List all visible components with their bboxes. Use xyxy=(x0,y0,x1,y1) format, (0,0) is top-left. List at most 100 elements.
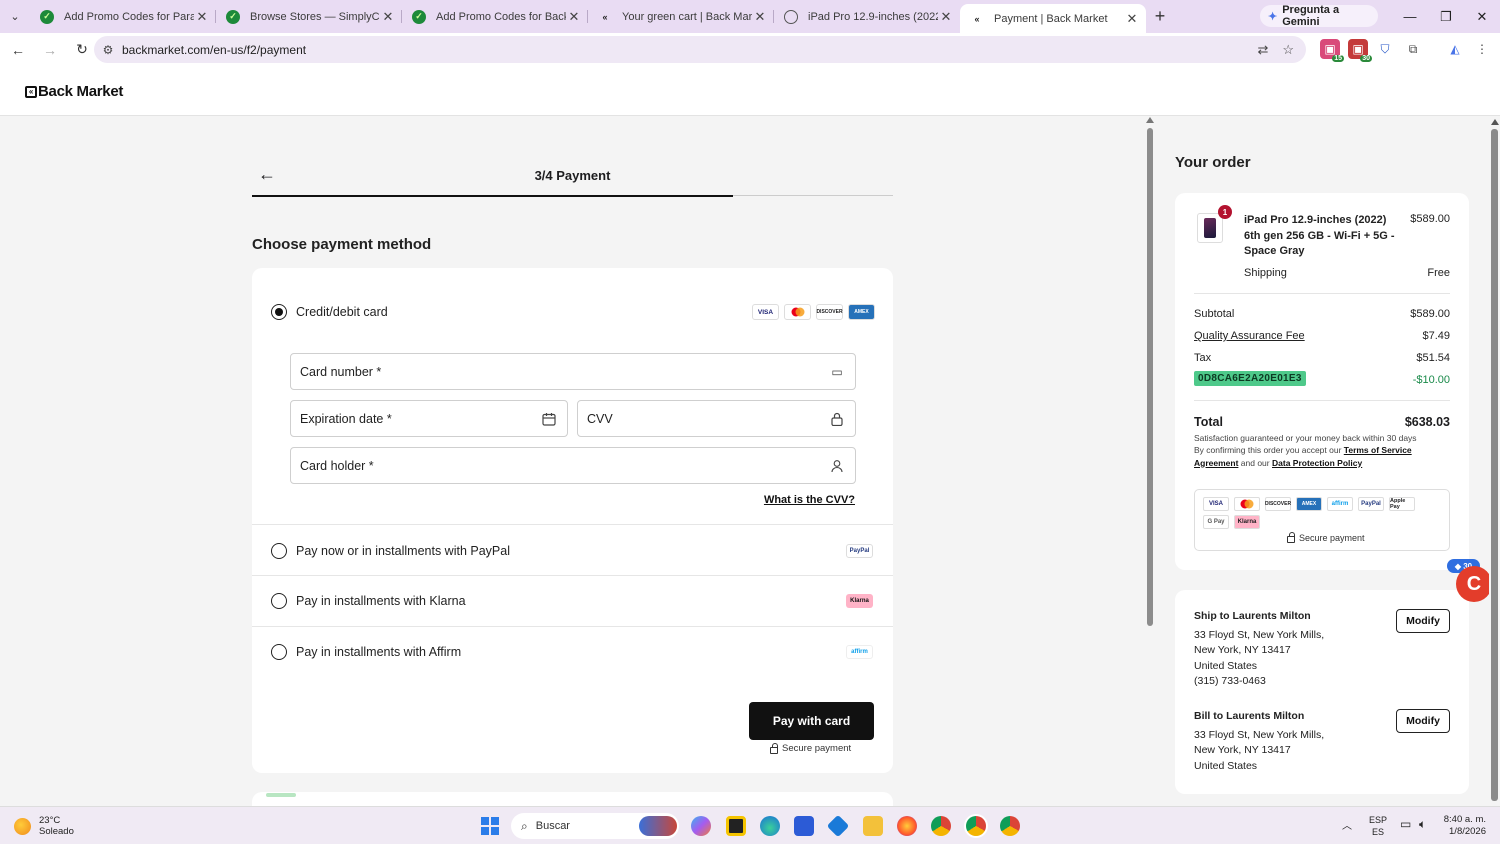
option-label-paypal[interactable]: Pay now or in installments with PayPal xyxy=(296,544,510,558)
url-text[interactable]: backmarket.com/en-us/f2/payment xyxy=(122,43,306,57)
product-name: iPad Pro 12.9-inches (2022) 6th gen 256 … xyxy=(1244,214,1395,257)
puzzle-extensions-icon[interactable]: ⧉ xyxy=(1403,39,1423,59)
card-brand-logos: VISA DISCOVER AMEX xyxy=(752,304,875,320)
cashback-extension-icon[interactable]: C xyxy=(1456,566,1492,602)
bookmark-star-icon[interactable]: ☆ xyxy=(1282,42,1294,58)
store-icon[interactable] xyxy=(794,816,814,836)
product-price: $589.00 xyxy=(1410,213,1450,225)
translate-icon[interactable]: ⇄ xyxy=(1257,42,1268,58)
new-tab-plus-icon[interactable]: + xyxy=(1146,6,1174,27)
close-tab-icon[interactable]: ✕ xyxy=(566,9,582,25)
window-scrollbar[interactable] xyxy=(1489,116,1500,806)
close-tab-icon[interactable]: ✕ xyxy=(380,9,396,25)
language-indicator[interactable]: ESP ES xyxy=(1369,814,1387,838)
address-toolbar: ← → ↻ ⚙ backmarket.com/en-us/f2/payment … xyxy=(0,33,1500,66)
cvv-input[interactable] xyxy=(578,401,855,436)
payment-method-heading: Choose payment method xyxy=(252,236,432,253)
card-number-field[interactable]: ▭ xyxy=(290,353,856,390)
close-tab-icon[interactable]: ✕ xyxy=(938,9,954,25)
chrome-profile-icon[interactable] xyxy=(1000,816,1020,836)
temperature: 23°C xyxy=(39,815,61,826)
shield-extension-icon[interactable]: ⛉ xyxy=(1375,39,1395,59)
next-section-card xyxy=(252,792,893,806)
card-holder-field[interactable] xyxy=(290,447,856,484)
radio-klarna[interactable] xyxy=(271,593,287,609)
main-scrollbar[interactable] xyxy=(1145,116,1155,806)
subtotal-value: $589.00 xyxy=(1410,308,1450,320)
close-window-icon[interactable]: ✕ xyxy=(1464,0,1500,33)
chrome-icon[interactable] xyxy=(931,816,951,836)
extension-icon[interactable]: ▣ 30 xyxy=(1348,39,1372,62)
scroll-up-arrow-icon[interactable] xyxy=(1146,117,1154,123)
expiration-date-input[interactable] xyxy=(291,401,567,436)
tab-6-active[interactable]: « Payment | Back Market ✕ xyxy=(960,4,1146,33)
modify-shipping-button[interactable]: Modify xyxy=(1396,609,1450,633)
option-label-affirm[interactable]: Pay in installments with Affirm xyxy=(296,645,461,659)
quality-fee-link[interactable]: Quality Assurance Fee xyxy=(1194,330,1305,342)
data-protection-link[interactable]: Data Protection Policy xyxy=(1272,458,1362,468)
scrollbar-thumb[interactable] xyxy=(1147,128,1153,626)
tax-value: $51.54 xyxy=(1416,352,1450,364)
menu-dots-icon[interactable]: ⋮ xyxy=(1472,39,1492,59)
firefox-icon[interactable] xyxy=(897,816,917,836)
close-tab-icon[interactable]: ✕ xyxy=(752,9,768,25)
bill-address-line: New York, NY 13417 xyxy=(1194,744,1291,756)
tray-chevron-icon[interactable]: ︿ xyxy=(1342,817,1352,832)
card-number-input[interactable] xyxy=(291,354,855,389)
expiration-date-field[interactable] xyxy=(290,400,568,437)
tab-5[interactable]: iPad Pro 12.9-inches (2022) 6th gen ✕ xyxy=(774,0,960,33)
reload-icon[interactable]: ↻ xyxy=(68,36,96,64)
windows-start-icon[interactable] xyxy=(481,817,499,835)
omnibox[interactable]: ⚙ backmarket.com/en-us/f2/payment ⇄ ☆ xyxy=(94,36,1306,63)
tab-2[interactable]: ✓ Browse Stores — SimplyCodes ✕ xyxy=(216,0,402,33)
gemini-button[interactable]: ✦ Pregunta a Gemini xyxy=(1260,4,1378,28)
radio-credit-card[interactable] xyxy=(271,304,287,320)
close-tab-icon[interactable]: ✕ xyxy=(1124,11,1140,27)
amex-icon: AMEX xyxy=(848,304,875,320)
site-info-icon[interactable]: ⚙ xyxy=(94,43,122,57)
network-icon[interactable]: ▭ xyxy=(1400,817,1411,831)
secure-payment-note: Secure payment xyxy=(770,742,851,754)
edge-icon[interactable] xyxy=(760,816,780,836)
taskbar-search[interactable]: ⌕ Buscar xyxy=(511,813,679,839)
radio-paypal[interactable] xyxy=(271,543,287,559)
option-label-klarna[interactable]: Pay in installments with Klarna xyxy=(296,594,466,608)
card-holder-input[interactable] xyxy=(291,448,855,483)
step-label: 3/4 Payment xyxy=(534,168,611,183)
what-is-cvv-link[interactable]: What is the CVV? xyxy=(764,494,855,506)
cvv-field[interactable] xyxy=(577,400,856,437)
scrollbar-thumb[interactable] xyxy=(1491,129,1498,801)
tab-3[interactable]: ✓ Add Promo Codes for Back Market ✕ xyxy=(402,0,588,33)
tab-4[interactable]: « Your green cart | Back Market ✕ xyxy=(588,0,774,33)
back-arrow-icon[interactable]: ← xyxy=(4,36,32,64)
divider xyxy=(1194,400,1450,401)
modify-billing-button[interactable]: Modify xyxy=(1396,709,1450,733)
volume-icon[interactable]: 🔈︎ xyxy=(1419,817,1426,832)
tab-title: Your green cart | Back Market xyxy=(622,10,752,23)
system-clock[interactable]: 8:40 a. m. 1/8/2026 xyxy=(1440,814,1486,838)
tab-search-chevron-icon[interactable]: ⌄ xyxy=(0,0,30,33)
radio-affirm[interactable] xyxy=(271,644,287,660)
maximize-icon[interactable]: ❐ xyxy=(1428,0,1464,33)
consent-and: and our xyxy=(1240,457,1270,468)
backmarket-logo[interactable]: « Back Market xyxy=(25,83,123,100)
google-pay-icon: G Pay xyxy=(1203,515,1229,529)
close-tab-icon[interactable]: ✕ xyxy=(194,9,210,25)
sticky-notes-icon[interactable] xyxy=(726,816,746,836)
outlook-icon[interactable] xyxy=(826,814,850,838)
chrome-profile-icon[interactable] xyxy=(966,816,986,836)
minimize-icon[interactable]: — xyxy=(1392,0,1428,33)
progress-fill xyxy=(252,195,733,197)
backmarket-icon: « xyxy=(602,11,608,22)
forward-arrow-icon[interactable]: → xyxy=(36,36,64,64)
copilot-icon[interactable] xyxy=(691,816,711,836)
sun-icon xyxy=(14,817,31,835)
tab-1[interactable]: ✓ Add Promo Codes for Paramount ✕ xyxy=(30,0,216,33)
file-explorer-icon[interactable] xyxy=(863,816,883,836)
profile-avatar-icon[interactable]: ◭ xyxy=(1445,39,1465,59)
pay-with-card-button[interactable]: Pay with card xyxy=(749,702,874,740)
extension-icon[interactable]: ▣ 15 xyxy=(1320,39,1344,62)
weather-widget[interactable]: 23°C Soleado xyxy=(14,815,74,837)
scroll-up-arrow-icon[interactable] xyxy=(1491,119,1499,125)
option-label-credit-card[interactable]: Credit/debit card xyxy=(296,305,388,319)
